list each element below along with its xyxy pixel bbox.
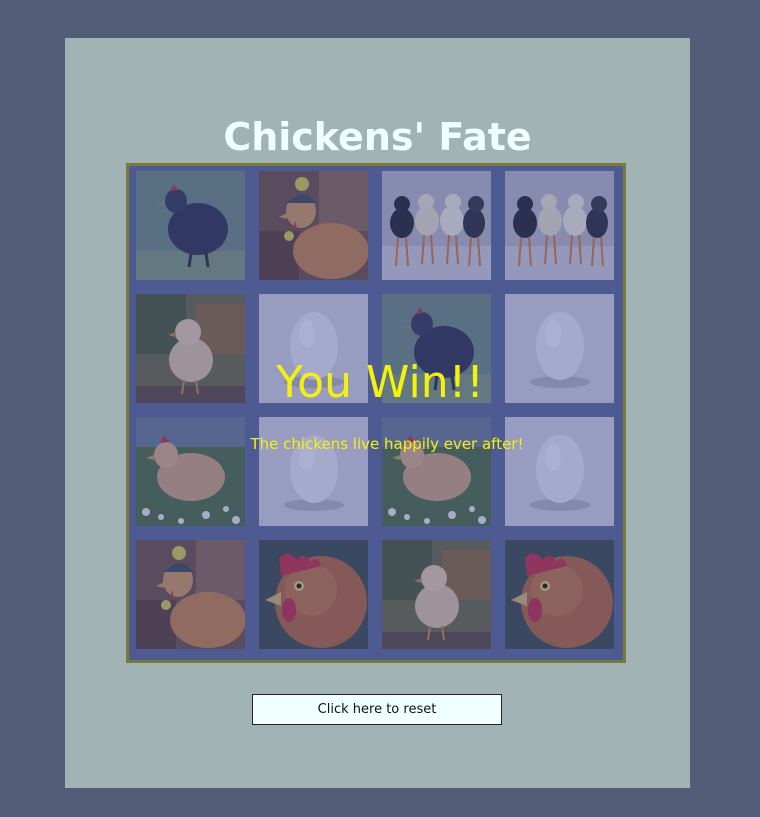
card-egg[interactable] xyxy=(505,417,614,526)
reset-button[interactable]: Click here to reset xyxy=(252,694,502,725)
black-hen-image xyxy=(136,171,245,280)
card-red-hen-closeup[interactable] xyxy=(259,540,368,649)
card-chick[interactable] xyxy=(382,540,491,649)
card-hen-in-knit-hat[interactable] xyxy=(136,540,245,649)
four-chicks-image xyxy=(505,171,614,280)
red-hen-closeup-image xyxy=(505,540,614,649)
page-title: Chickens' Fate xyxy=(223,115,532,159)
card-hen-in-knit-hat[interactable] xyxy=(259,171,368,280)
hen-in-flowers-image xyxy=(136,417,245,526)
card-four-chicks[interactable] xyxy=(382,171,491,280)
hen-in-knit-hat-image xyxy=(136,540,245,649)
four-chicks-image xyxy=(382,171,491,280)
card-four-chicks[interactable] xyxy=(505,171,614,280)
egg-image xyxy=(259,417,368,526)
hen-in-knit-hat-image xyxy=(259,171,368,280)
card-red-hen-closeup[interactable] xyxy=(505,540,614,649)
hen-in-flowers-image xyxy=(382,417,491,526)
card-egg[interactable] xyxy=(259,417,368,526)
card-hen-in-flowers[interactable] xyxy=(136,417,245,526)
red-hen-closeup-image xyxy=(259,540,368,649)
card-board xyxy=(126,163,626,663)
win-subtitle: The chickens live happily ever after! xyxy=(250,435,524,453)
card-black-hen[interactable] xyxy=(136,171,245,280)
card-hen-in-flowers[interactable] xyxy=(382,417,491,526)
chick-image xyxy=(382,540,491,649)
egg-image xyxy=(505,417,614,526)
win-message: You Win!! xyxy=(276,357,484,408)
